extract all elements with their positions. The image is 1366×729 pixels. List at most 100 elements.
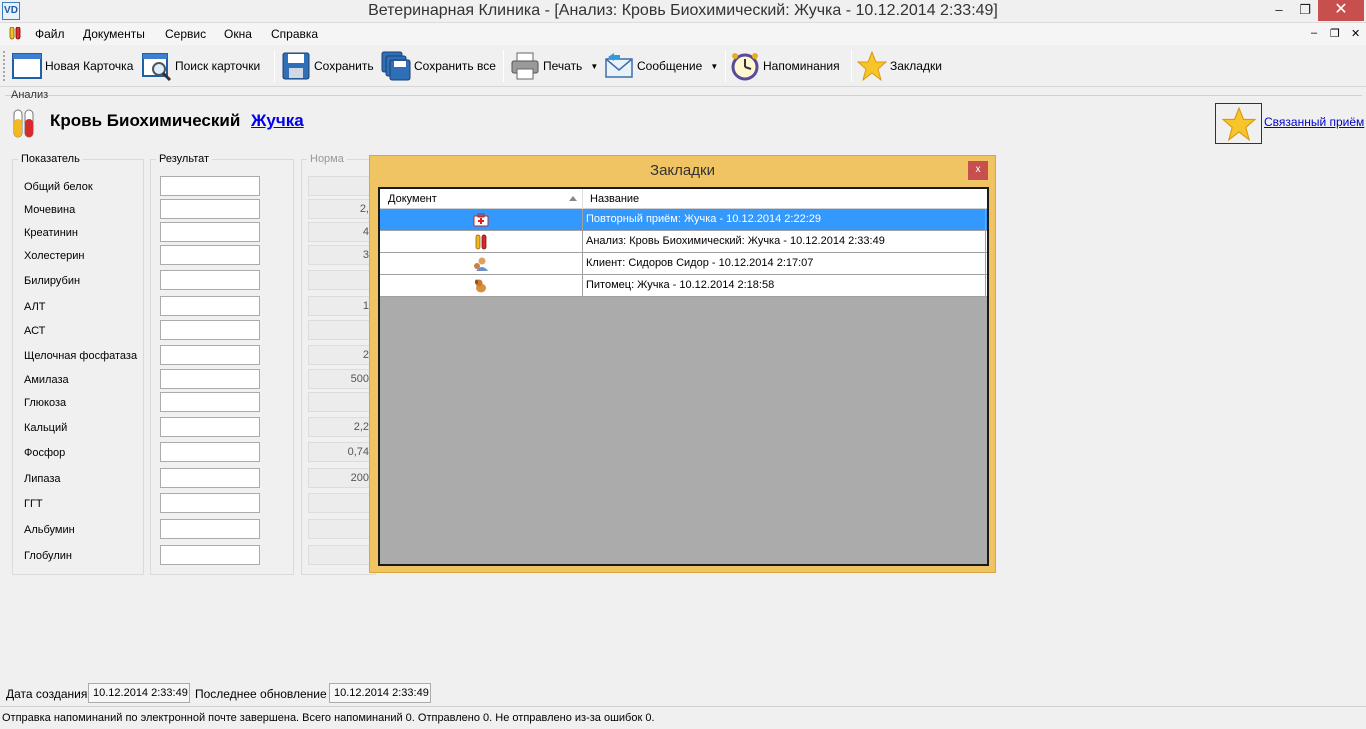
print-label: Печать [543,59,583,73]
result-input[interactable] [160,369,260,389]
toolbar: Новая Карточка Поиск карточки Сохранить … [0,45,1366,87]
table-row[interactable]: Клиент: Сидоров Сидор - 10.12.2014 2:17:… [380,253,987,275]
printer-icon [511,52,539,80]
name-cell[interactable]: Повторный приём: Жучка - 10.12.2014 2:22… [586,213,821,225]
restore-button[interactable]: ❐ [1290,0,1320,21]
mdi-restore-button[interactable]: ❐ [1330,27,1340,40]
result-input[interactable] [160,392,260,412]
status-bar: Отправка напоминаний по электронной почт… [0,706,1366,729]
toolbar-grip[interactable] [3,51,6,81]
mdi-minimize-button[interactable]: – [1311,27,1317,39]
toolbar-separator [851,50,852,82]
result-input[interactable] [160,222,260,242]
new-card-label: Новая Карточка [45,59,134,73]
bookmarks-label: Закладки [890,59,942,73]
norm-field [308,493,370,513]
print-button[interactable]: Печать ▼ [510,48,598,84]
new-card-button[interactable]: Новая Карточка [12,48,133,84]
indicator-label: Фосфор [24,447,66,459]
indicator-label: Холестерин [24,250,85,262]
result-input[interactable] [160,199,260,219]
reminders-button[interactable]: Напоминания [730,48,840,84]
bookmarks-button[interactable]: Закладки [857,48,942,84]
reminders-label: Напоминания [763,59,840,73]
norm-field [308,392,370,412]
indicator-label: Общий белок [24,181,93,193]
indicator-label: Альбумин [24,524,75,536]
analysis-title: Кровь Биохимический [50,111,241,130]
name-cell[interactable]: Анализ: Кровь Биохимический: Жучка - 10.… [586,235,885,247]
star-icon [857,51,887,81]
client-icon [474,257,488,271]
menu-file[interactable]: Файл [35,27,65,41]
result-input[interactable] [160,245,260,265]
menu-windows[interactable]: Окна [224,27,252,41]
menu-help[interactable]: Справка [271,27,318,41]
linked-visit-star-button[interactable] [1215,103,1262,144]
table-row[interactable]: Питомец: Жучка - 10.12.2014 2:18:58 [380,275,987,297]
row-divider [985,231,986,253]
indicator-label: АЛТ [24,301,46,313]
result-input[interactable] [160,468,260,488]
name-cell[interactable]: Питомец: Жучка - 10.12.2014 2:18:58 [586,279,774,291]
indicator-label: Амилаза [24,374,69,386]
result-input[interactable] [160,320,260,340]
indicator-label: Мочевина [24,204,76,216]
document-tubes-icon[interactable] [9,27,21,41]
norm-column-header: Норма [307,153,347,165]
result-input[interactable] [160,296,260,316]
result-input[interactable] [160,270,260,290]
table-row[interactable]: Повторный приём: Жучка - 10.12.2014 2:22… [380,209,987,231]
name-cell[interactable]: Клиент: Сидоров Сидор - 10.12.2014 2:17:… [586,257,813,269]
group-divider [5,95,1362,96]
result-input[interactable] [160,176,260,196]
document-cell[interactable] [380,231,583,252]
document-cell[interactable] [380,253,583,274]
floppy-disks-icon [381,51,411,81]
message-label: Сообщение [637,59,703,73]
dialog-title: Закладки [650,162,715,179]
menu-service[interactable]: Сервис [165,27,206,41]
print-dropdown-arrow[interactable]: ▼ [590,62,598,71]
result-input[interactable] [160,417,260,437]
table-row[interactable]: Анализ: Кровь Биохимический: Жучка - 10.… [380,231,987,253]
message-dropdown-arrow[interactable]: ▼ [710,62,718,71]
row-divider [985,253,986,275]
indicator-label: Липаза [24,473,61,485]
find-card-icon [142,53,172,81]
result-input[interactable] [160,545,260,565]
norm-field: 2,2 [308,417,370,437]
close-button[interactable]: ✕ [1318,0,1364,21]
indicator-label: Кальций [24,422,68,434]
menu-documents[interactable]: Документы [83,27,145,41]
norm-field [308,519,370,539]
result-input[interactable] [160,442,260,462]
linked-visit-link[interactable]: Связанный приём [1264,115,1364,129]
updated-value: 10.12.2014 2:33:49 [329,683,431,703]
norm-field: 200 [308,468,370,488]
row-divider [985,275,986,297]
find-card-button[interactable]: Поиск карточки [142,48,260,84]
column-header-name[interactable]: Название [584,189,639,209]
save-all-button[interactable]: Сохранить все [381,48,496,84]
norm-field: 500 [308,369,370,389]
result-input[interactable] [160,493,260,513]
result-input[interactable] [160,345,260,365]
norm-field [308,545,370,565]
pet-link[interactable]: Жучка [251,111,304,131]
document-cell[interactable] [380,209,583,230]
document-cell[interactable] [380,275,583,296]
window-title: Ветеринарная Клиника - [Анализ: Кровь Би… [368,2,998,19]
test-tubes-icon [475,234,487,250]
indicator-label: ГГТ [24,498,43,510]
save-button[interactable]: Сохранить [281,48,374,84]
bookmarks-dialog: Закладки x Документ Название Повторный п… [369,155,996,573]
new-card-icon [12,53,42,79]
message-button[interactable]: Сообщение ▼ [604,48,718,84]
bookmarks-grid: Документ Название Повторный приём: Жучка… [378,187,989,566]
result-input[interactable] [160,519,260,539]
dialog-close-button[interactable]: x [968,161,988,180]
column-header-document[interactable]: Документ [380,189,583,209]
analysis-group-label: Анализ [11,89,49,101]
mdi-close-button[interactable]: ✕ [1351,27,1360,40]
